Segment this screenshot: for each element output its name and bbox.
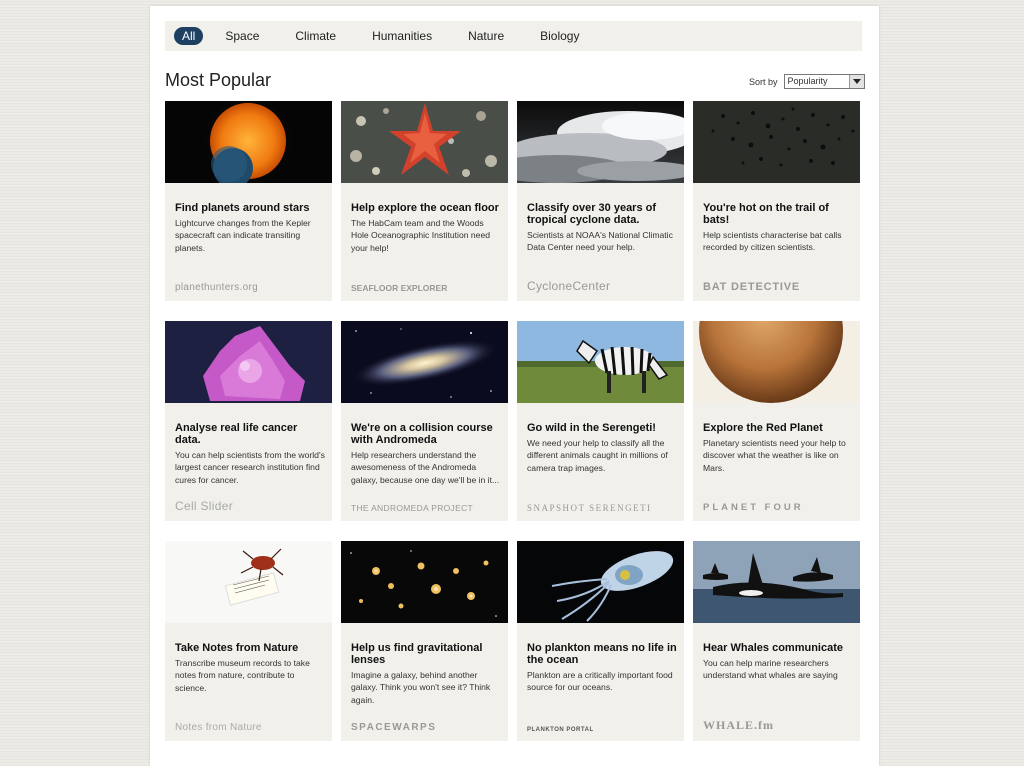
insect-specimen-image <box>165 541 332 623</box>
zebra-image <box>517 321 684 403</box>
project-logo: THE ANDROMEDA PROJECT <box>351 503 474 513</box>
orca-image <box>693 541 860 623</box>
bats-image <box>693 101 860 183</box>
project-description: Imagine a galaxy, behind another galaxy.… <box>351 670 491 705</box>
project-description: Planetary scientists need your help to d… <box>703 438 846 473</box>
filter-all[interactable]: All <box>174 27 204 45</box>
project-logo: PLANKTON PORTAL <box>527 727 594 733</box>
project-title: Find planets around stars <box>175 202 310 214</box>
project-card-whale-fm[interactable]: Hear Whales communicate You can help mar… <box>693 541 860 741</box>
project-logo: BAT DETECTIVE <box>703 281 800 293</box>
project-description: You can help scientists from the world's… <box>175 450 325 485</box>
project-logo: Notes from Nature <box>175 722 262 733</box>
project-logo: planethunters.org <box>175 282 258 293</box>
project-card-seafloor-explorer[interactable]: Help explore the ocean floor The HabCam … <box>341 101 508 301</box>
project-description: You can help marine researchers understa… <box>703 658 838 681</box>
project-card-snapshot-serengeti[interactable]: Go wild in the Serengeti! We need your h… <box>517 321 684 521</box>
sort-label: Sort by <box>749 76 778 87</box>
project-description: Scientists at NOAA's National Climatic D… <box>527 230 673 253</box>
mars-image <box>693 321 860 403</box>
project-description: Help researchers understand the awesomen… <box>351 450 500 485</box>
project-card-cell-slider[interactable]: Analyse real life cancer data. You can h… <box>165 321 332 521</box>
project-card-spacewarps[interactable]: Help us find gravitational lenses Imagin… <box>341 541 508 741</box>
project-card-cyclone-center[interactable]: Classify over 30 years of tropical cyclo… <box>517 101 684 301</box>
project-card-planet-hunters[interactable]: Find planets around stars Lightcurve cha… <box>165 101 332 301</box>
project-title: You're hot on the trail of bats! <box>703 202 829 226</box>
project-title: Explore the Red Planet <box>703 422 823 434</box>
project-description: Lightcurve changes from the Kepler space… <box>175 218 311 253</box>
filter-biology[interactable]: Biology <box>532 27 587 45</box>
project-card-plankton-portal[interactable]: No plankton means no life in the ocean P… <box>517 541 684 741</box>
chevron-down-icon[interactable] <box>848 75 864 88</box>
project-title: Help us find gravitational lenses <box>351 642 483 666</box>
planet-image <box>165 101 332 183</box>
project-logo: SEAFLOOR EXPLORER <box>351 283 448 293</box>
gravitational-lens-image <box>341 541 508 623</box>
project-title: Help explore the ocean floor <box>351 202 499 214</box>
project-title: We're on a collision course with Androme… <box>351 422 493 446</box>
project-title: Analyse real life cancer data. <box>175 422 298 446</box>
project-card-bat-detective[interactable]: You're hot on the trail of bats! Help sc… <box>693 101 860 301</box>
project-logo: CycloneCenter <box>527 279 611 293</box>
project-description: Plankton are a critically important food… <box>527 670 673 693</box>
filter-humanities[interactable]: Humanities <box>364 27 440 45</box>
project-logo: SPACEWARPS <box>351 722 437 733</box>
project-grid: Find planets around stars Lightcurve cha… <box>165 101 860 741</box>
project-title: Take Notes from Nature <box>175 642 299 654</box>
sort-select[interactable]: Popularity <box>783 74 865 89</box>
project-logo: WHALE.fm <box>703 718 774 732</box>
project-title: Hear Whales communicate <box>703 642 843 654</box>
project-description: Help scientists characterise bat calls r… <box>703 230 842 253</box>
cyclone-image <box>517 101 684 183</box>
project-title: No plankton means no life in the ocean <box>527 642 677 666</box>
project-card-andromeda[interactable]: We're on a collision course with Androme… <box>341 321 508 521</box>
project-description: The HabCam team and the Woods Hole Ocean… <box>351 218 491 253</box>
plankton-image <box>517 541 684 623</box>
category-filter-bar: All Space Climate Humanities Nature Biol… <box>165 21 862 51</box>
filter-nature[interactable]: Nature <box>460 27 512 45</box>
project-card-planet-four[interactable]: Explore the Red Planet Planetary scienti… <box>693 321 860 521</box>
filter-space[interactable]: Space <box>217 27 267 45</box>
project-logo: Cell Slider <box>175 499 233 513</box>
sort-selected-value: Popularity <box>787 76 828 86</box>
filter-climate[interactable]: Climate <box>287 27 344 45</box>
project-title: Classify over 30 years of tropical cyclo… <box>527 202 657 226</box>
project-description: We need your help to classify all the di… <box>527 438 668 473</box>
sort-control: Sort by Popularity <box>749 74 865 89</box>
page-title: Most Popular <box>165 70 272 90</box>
project-card-notes-from-nature[interactable]: Take Notes from Nature Transcribe museum… <box>165 541 332 741</box>
project-logo: SNAPSHOT SERENGETI <box>527 503 652 513</box>
page-container: All Space Climate Humanities Nature Biol… <box>150 6 879 766</box>
galaxy-image <box>341 321 508 403</box>
project-description: Transcribe museum records to take notes … <box>175 658 310 693</box>
cancer-cell-image <box>165 321 332 403</box>
starfish-image <box>341 101 508 183</box>
project-logo: PLANET FOUR <box>703 502 804 513</box>
project-title: Go wild in the Serengeti! <box>527 422 656 434</box>
